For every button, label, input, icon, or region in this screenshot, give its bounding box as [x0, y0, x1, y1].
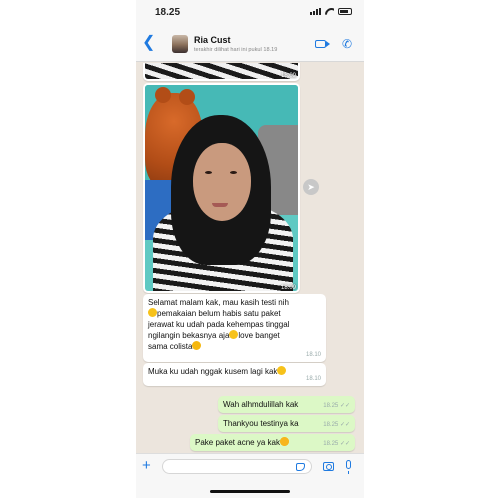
message-text: Wah alhmdulillah kak	[223, 400, 299, 409]
smile-emoji-icon	[148, 308, 157, 317]
text-message[interactable]: Thankyou testinya ka 18.25 ✓✓	[218, 415, 355, 432]
heart-eyes-emoji-icon	[279, 437, 289, 446]
avatar[interactable]	[172, 35, 188, 53]
smiling-hearts-emoji-icon	[192, 341, 202, 350]
text-message[interactable]: Muka ku udah nggak kusem lagi kak 18.10	[143, 363, 326, 386]
status-icons	[310, 8, 352, 15]
message-time: 18.25 ✓✓	[323, 403, 350, 409]
last-seen: terakhir dilihat hari ini pukul 18.19	[194, 47, 278, 53]
battery-icon	[338, 8, 352, 15]
image-message[interactable]: 18.09	[143, 83, 300, 293]
message-input[interactable]	[162, 459, 312, 474]
message-time: 18.10	[305, 376, 321, 382]
message-line: ngilangin bekasnya aja love banget	[148, 330, 280, 340]
chevron-left-icon[interactable]: ❮	[142, 34, 155, 52]
double-check-icon: ✓✓	[339, 441, 350, 447]
image-message[interactable]: 18.09	[143, 63, 300, 81]
plus-icon[interactable]: +	[142, 458, 151, 474]
text-message[interactable]: Pake paket acne ya kak 18.25 ✓✓	[190, 434, 355, 451]
image-thumbnail	[145, 63, 298, 79]
message-time: 18.09	[280, 73, 296, 79]
camera-icon[interactable]	[323, 462, 334, 471]
message-line: pemakaian belum habis satu paket	[148, 308, 321, 319]
double-check-icon: ✓✓	[339, 403, 350, 409]
forward-icon[interactable]: ➤	[303, 179, 319, 195]
video-icon[interactable]	[315, 40, 330, 48]
double-check-icon: ✓✓	[339, 422, 350, 428]
microphone-icon[interactable]	[346, 460, 351, 474]
chat-screen: 18.25 ❮ Ria Cust terakhir dilihat hari i…	[136, 0, 364, 498]
message-time: 18.10	[305, 352, 321, 358]
message-list[interactable]: 18.09 18.09 ➤ Selamat malam kak, mau kas…	[136, 63, 364, 453]
home-indicator[interactable]	[210, 490, 290, 493]
text-message[interactable]: Wah alhmdulillah kak 18.25 ✓✓	[218, 396, 355, 413]
phone-icon[interactable]: ✆	[342, 37, 352, 51]
smile-emoji-icon	[277, 366, 287, 375]
message-time: 18.09	[280, 285, 296, 291]
status-time: 18.25	[155, 7, 181, 18]
message-line: jerawat ku udah pada kehempas tinggal	[148, 320, 290, 329]
message-text: Thankyou testinya ka	[223, 419, 299, 428]
message-text: Pake paket acne ya kak	[195, 437, 289, 447]
message-line: sama colista	[148, 341, 321, 352]
message-time: 18.25 ✓✓	[323, 422, 350, 428]
wifi-icon	[325, 8, 334, 15]
status-bar: 18.25	[136, 0, 364, 26]
contact-name[interactable]: Ria Cust	[194, 35, 231, 45]
photo-selfie	[145, 85, 298, 291]
signal-icon	[310, 8, 321, 15]
chat-header: ❮ Ria Cust terakhir dilihat hari ini puk…	[136, 26, 364, 62]
message-line: Selamat malam kak, mau kasih testi nih	[148, 298, 289, 307]
text-message[interactable]: Selamat malam kak, mau kasih testi nih p…	[143, 294, 326, 362]
message-text: Muka ku udah nggak kusem lagi kak	[148, 366, 321, 377]
message-time: 18.25 ✓✓	[323, 441, 350, 447]
